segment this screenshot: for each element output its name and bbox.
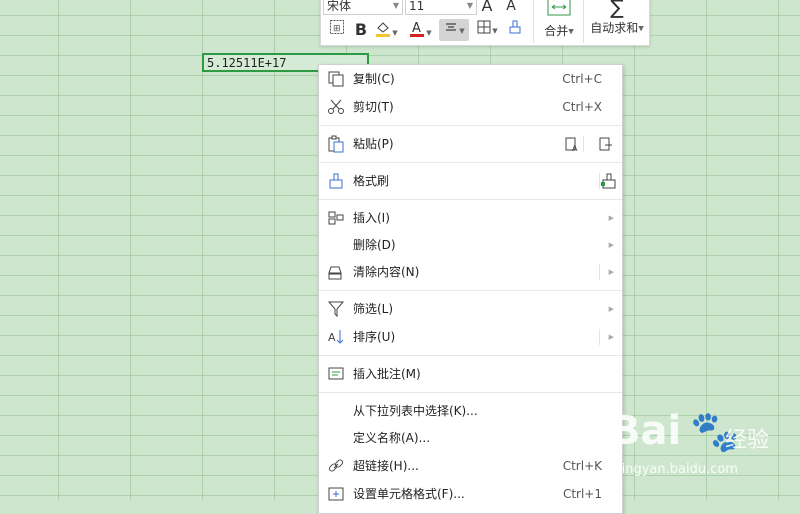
sort-icon: A	[328, 330, 344, 344]
menu-divider	[319, 125, 622, 126]
insert-cells-icon	[328, 211, 344, 225]
submenu-arrow-icon: ▶	[608, 241, 614, 249]
format-painter-button[interactable]	[503, 19, 527, 41]
merge-button[interactable]: 合并▼	[537, 0, 581, 39]
baidu-jingyan-watermark: Bai 🐾 经验 jingyan.baidu.com	[610, 408, 800, 488]
format-icon: ⊞	[330, 20, 344, 34]
menu-item-label: 从下拉列表中选择(K)...	[353, 404, 478, 418]
merge-label: 合并	[544, 24, 569, 38]
watermark-url: jingyan.baidu.com	[618, 462, 738, 477]
menu-divider	[599, 264, 600, 280]
font-color-icon: A	[410, 21, 425, 37]
menu-item-delete[interactable]: 删除(D) ▶	[319, 232, 622, 258]
sigma-icon: ∑	[610, 0, 624, 19]
borders-icon	[477, 20, 491, 34]
menu-divider	[319, 162, 622, 163]
fill-color-icon	[376, 22, 391, 37]
toolbar-divider	[533, 0, 534, 43]
svg-text:A: A	[328, 331, 336, 344]
bold-button[interactable]: B	[349, 19, 373, 41]
menu-item-label: 格式刷	[353, 174, 390, 188]
font-size-value: 11	[409, 0, 425, 13]
menu-item-copy[interactable]: 复制(C) Ctrl+C	[319, 66, 622, 92]
font-name-value: 宋体	[327, 0, 352, 13]
menu-item-label: 插入批注(M)	[353, 367, 421, 381]
menu-item-format-cells[interactable]: 设置单元格格式(F)... Ctrl+1	[319, 481, 622, 507]
menu-divider	[319, 355, 622, 356]
paste-values-icon[interactable]: A	[564, 136, 580, 152]
borders-button[interactable]: ▼	[473, 19, 501, 41]
menu-item-label: 设置单元格格式(F)...	[353, 487, 465, 501]
menu-divider	[319, 392, 622, 393]
menu-item-label: 定义名称(A)...	[353, 431, 431, 445]
menu-item-insert-comment[interactable]: 插入批注(M)	[319, 361, 622, 387]
mini-toolbar: 宋体 ▼ 11 ▼ A A ⊞ B ▼ A ▼ ▼ ▼ 合并▼ ∑ 自动求和▼	[320, 0, 650, 46]
font-size-select[interactable]: 11 ▼	[405, 0, 477, 15]
autosum-button[interactable]: ∑ 自动求和▼	[585, 0, 649, 36]
menu-item-sort[interactable]: A 排序(U) ▶	[319, 324, 622, 350]
fill-color-button[interactable]: ▼	[371, 19, 401, 41]
menu-item-label: 删除(D)	[353, 238, 396, 252]
watermark-brand: Bai	[610, 408, 682, 454]
submenu-arrow-icon: ▶	[608, 333, 614, 341]
submenu-arrow-icon: ▶	[608, 214, 614, 222]
menu-item-pick-from-list[interactable]: 从下拉列表中选择(K)...	[319, 398, 622, 424]
menu-item-label: 筛选(L)	[353, 302, 394, 316]
brush-multi-icon[interactable]	[600, 173, 616, 189]
menu-item-cut[interactable]: 剪切(T) Ctrl+X	[319, 94, 622, 120]
svg-text:A: A	[572, 144, 578, 152]
font-color-button[interactable]: A ▼	[405, 19, 435, 41]
menu-item-label: 超链接(H)...	[353, 459, 419, 473]
align-button[interactable]: ▼	[439, 19, 469, 41]
format-cells-icon	[328, 487, 344, 501]
brush-icon	[329, 173, 343, 189]
menu-item-format-painter[interactable]: 格式刷	[319, 168, 622, 194]
menu-item-label: 清除内容(N)	[353, 265, 420, 279]
svg-text:⊞: ⊞	[333, 24, 341, 34]
menu-item-shortcut: Ctrl+1	[562, 487, 602, 501]
menu-item-filter[interactable]: 筛选(L) ▶	[319, 296, 622, 322]
menu-item-clear-contents[interactable]: 清除内容(N) ▶	[319, 259, 622, 285]
menu-item-label: 复制(C)	[353, 72, 395, 86]
menu-item-label: 排序(U)	[353, 330, 396, 344]
menu-divider	[599, 329, 600, 345]
menu-item-define-name[interactable]: 定义名称(A)...	[319, 425, 622, 451]
autosum-label: 自动求和	[590, 21, 639, 35]
brush-icon	[509, 20, 521, 34]
font-name-select[interactable]: 宋体 ▼	[323, 0, 403, 15]
menu-divider	[319, 199, 622, 200]
comment-icon	[328, 367, 344, 380]
toolbar-divider	[583, 0, 584, 43]
menu-item-label: 剪切(T)	[353, 100, 394, 114]
menu-item-shortcut: Ctrl+K	[562, 459, 602, 473]
format-cell-button[interactable]: ⊞	[325, 19, 349, 41]
merge-icon	[547, 0, 571, 16]
context-menu: 复制(C) Ctrl+C 剪切(T) Ctrl+X 粘贴(P) A 格式刷 插入…	[318, 64, 623, 514]
menu-item-hyperlink[interactable]: 超链接(H)... Ctrl+K	[319, 453, 622, 479]
scissors-icon	[328, 99, 344, 114]
menu-item-shortcut: Ctrl+C	[562, 72, 602, 86]
paste-special-icon[interactable]	[598, 136, 614, 152]
chevron-down-icon: ▼	[466, 1, 473, 10]
clipboard-icon	[328, 135, 344, 153]
align-center-icon	[446, 23, 457, 31]
svg-text:A: A	[412, 21, 421, 36]
link-icon	[328, 459, 344, 472]
filter-icon	[327, 301, 345, 318]
menu-item-insert[interactable]: 插入(I) ▶	[319, 205, 622, 231]
menu-divider	[319, 290, 622, 291]
menu-item-label: 插入(I)	[353, 211, 390, 225]
increase-font-size-button[interactable]: A	[475, 0, 499, 15]
menu-item-paste[interactable]: 粘贴(P) A	[319, 131, 622, 157]
submenu-arrow-icon: ▶	[608, 305, 614, 313]
menu-divider	[583, 136, 584, 152]
decrease-font-size-button[interactable]: A	[499, 0, 523, 15]
eraser-icon	[328, 266, 342, 280]
menu-item-shortcut: Ctrl+X	[562, 100, 602, 114]
copy-icon	[328, 71, 344, 87]
watermark-brand-suffix: 经验	[725, 428, 770, 453]
menu-item-label: 粘贴(P)	[353, 137, 394, 151]
chevron-down-icon: ▼	[392, 1, 399, 10]
submenu-arrow-icon: ▶	[608, 268, 614, 276]
